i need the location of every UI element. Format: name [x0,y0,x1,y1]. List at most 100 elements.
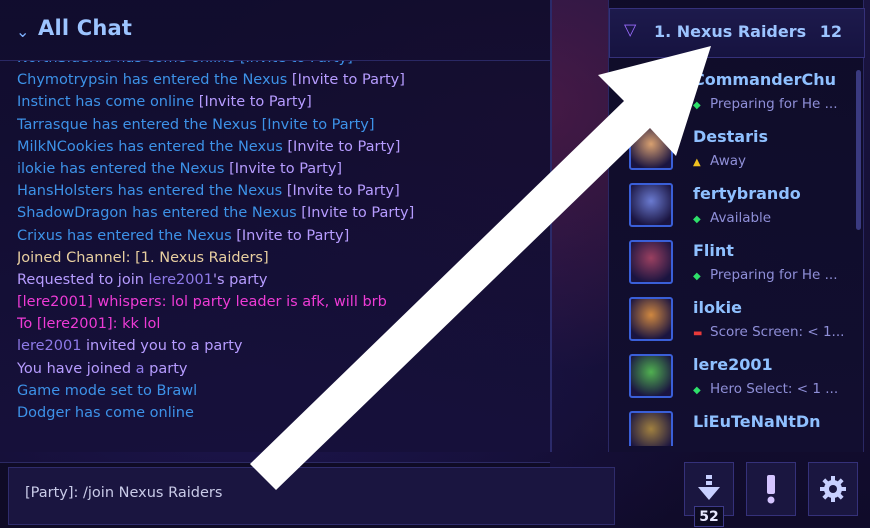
chat-message-segment[interactable]: [Invite to Party] [236,228,349,244]
queue-count-badge: 52 [694,506,724,527]
chat-message-segment: 's party [212,271,268,288]
chat-message: Game mode set to Brawl [17,380,547,402]
triangle-icon: ▲ [693,157,701,168]
chat-message-segment: Chymotrypsin [17,72,119,89]
chat-message-segment[interactable]: [Invite to Party] [292,72,405,88]
friend-item[interactable]: lere2001 ◆ Hero Select: < 1 ... [609,351,849,408]
avatar[interactable] [629,411,673,446]
chat-message-segment: Crixus [17,227,63,244]
chat-message-segment[interactable]: [Invite to Party] [262,117,375,133]
chat-message-segment: has entered the Nexus [113,183,287,200]
friend-item[interactable]: Destaris ▲ Away [609,123,849,180]
friend-item[interactable]: CommanderChu ◆ Preparing for He ... [609,66,849,123]
friend-status-text: Preparing for He ... [710,267,838,283]
friend-status-text: Preparing for He ... [710,96,838,112]
chat-message-segment[interactable]: [Invite to Party] [287,183,400,199]
avatar[interactable] [629,240,673,284]
avatar[interactable] [629,183,673,227]
diamond-icon: ◆ [693,385,701,396]
chat-message-segment: Joined Channel: [1. Nexus Raiders] [17,249,269,266]
friend-name: lere2001 [693,355,773,374]
friend-status-text: Available [710,210,772,226]
chat-message: Requested to join lere2001's party [17,269,547,291]
chat-message-segment: invited you to a party [81,338,243,355]
friend-item[interactable]: Flint ◆ Preparing for He ... [609,237,849,294]
chat-message: Dodger has come online [17,402,547,424]
chat-message-segment: lere2001 [148,271,213,288]
friend-status: ▲ Away [693,153,746,169]
friend-name: Flint [693,241,734,260]
friend-status: ◆ Preparing for He ... [693,267,838,283]
friend-status: ◆ Hero Select: < 1 ... [693,381,838,397]
chat-message-segment: Instinct [17,94,71,111]
chat-message: Joined Channel: [1. Nexus Raiders] [17,247,547,269]
avatar[interactable] [629,69,673,113]
chat-message-segment: has entered the Nexus [55,160,230,177]
chat-message: [lere2001] whispers: lol party leader is… [17,291,547,313]
friend-status-text: Score Screen: < 1... [710,324,845,340]
chat-message: You have joined a party [17,358,547,380]
friend-name: ilokie [693,298,742,317]
chat-message-segment: party [144,360,188,377]
chat-message-segment: has come online [70,405,194,421]
chevron-down-icon[interactable]: ⌄ [16,22,29,41]
chat-message-segment: has entered the Nexus [113,138,288,155]
chat-header[interactable]: ⌄ All Chat [0,0,550,61]
chat-message: Crixus has entered the Nexus [Invite to … [17,225,547,247]
chat-input-bar: [Party]: /join Nexus Raiders [0,462,615,528]
chat-message-segment: Dodger [17,405,71,421]
settings-gear-icon [820,476,846,502]
download-queue-icon [698,475,720,500]
chat-message-segment: Requested to join [17,271,149,288]
chat-message-segment: ilokie [17,160,56,177]
chat-message: To [lere2001]: kk lol [17,313,547,335]
chat-message-segment: lol party leader is afk, will brb [171,294,387,311]
avatar[interactable] [629,354,673,398]
chat-message-segment[interactable]: [Invite to Party] [301,205,414,221]
alert-icon [767,475,775,504]
friend-status-text: Away [710,153,746,169]
friend-item[interactable]: fertybrando ◆ Available [609,180,849,237]
chat-message-segment: [lere2001] whispers: [17,294,172,311]
chat-message: ilokie has entered the Nexus [Invite to … [17,158,547,180]
dash-icon: ▬ [693,328,703,339]
chat-message-segment: HansHolsters [17,183,114,200]
settings-button[interactable] [808,462,858,516]
chat-input-value: [Party]: /join Nexus Raiders [25,485,223,501]
chat-message-list[interactable]: NorthSideKid has come online [Invite to … [17,61,547,441]
chat-message-segment: has entered the Nexus [127,205,302,222]
friend-status: ◆ Available [693,210,771,226]
collapse-triangle-icon[interactable]: ▽ [624,20,636,39]
group-header[interactable]: ▽ 1. Nexus Raiders 12 [609,8,865,58]
chat-message: HansHolsters has entered the Nexus [Invi… [17,180,547,202]
chat-input[interactable]: [Party]: /join Nexus Raiders [8,467,615,525]
group-name: 1. Nexus Raiders [654,22,807,41]
avatar[interactable] [629,297,673,341]
chat-panel: ⌄ All Chat NorthSideKid has come online … [0,0,552,452]
chat-message-segment: MilkNCookies [17,138,114,155]
scrollbar[interactable] [856,70,861,230]
friend-status: ▬ Score Screen: < 1... [693,324,844,340]
diamond-icon: ◆ [693,271,701,282]
friends-panel: ▽ 1. Nexus Raiders 12 CommanderChu ◆ Prepa… [608,0,865,452]
friend-item[interactable]: ilokie ▬ Score Screen: < 1... [609,294,849,351]
friend-status: ◆ Preparing for He ... [693,96,838,112]
diamond-icon: ◆ [693,100,701,111]
friend-item[interactable]: LiEuTeNaNtDn [609,408,849,446]
chat-message: ShadowDragon has entered the Nexus [Invi… [17,202,547,224]
alerts-button[interactable] [746,462,796,516]
diamond-icon: ◆ [693,214,701,225]
chat-title: All Chat [38,16,133,40]
chat-message-segment: a [135,360,145,377]
chat-message: lere2001 invited you to a party [17,335,547,357]
chat-message-segment[interactable]: [Invite to Party] [229,161,342,177]
chat-message-segment[interactable]: [Invite to Party] [199,94,312,110]
group-count: 12 [819,22,842,41]
chat-message-segment: Tarrasque [17,116,88,133]
chat-message: Instinct has come online [Invite to Part… [17,91,547,113]
friend-name: fertybrando [693,184,801,203]
chat-message-segment: has entered the Nexus [118,72,292,89]
avatar[interactable] [629,126,673,170]
chat-message-segment: NorthSideKid has come online [Invite to … [17,61,353,66]
chat-message-segment[interactable]: [Invite to Party] [287,139,400,155]
